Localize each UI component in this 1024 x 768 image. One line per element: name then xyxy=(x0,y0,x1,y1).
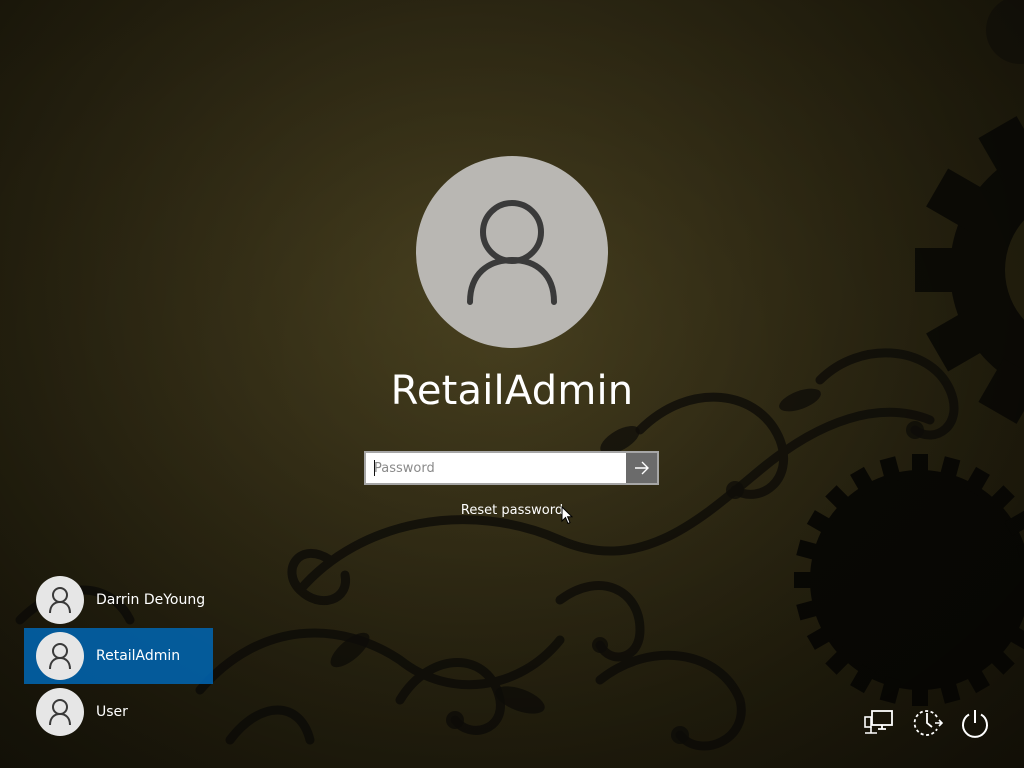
submit-button[interactable] xyxy=(626,453,657,483)
user-item-retailadmin[interactable]: RetailAdmin xyxy=(24,628,213,684)
user-name: Darrin DeYoung xyxy=(96,592,206,608)
power-icon xyxy=(962,710,988,738)
user-name: User xyxy=(96,704,128,720)
reset-password-link[interactable]: Reset password xyxy=(412,503,612,518)
person-icon xyxy=(467,200,557,305)
user-avatar xyxy=(36,632,84,680)
person-icon xyxy=(49,587,71,614)
mouse-pointer-icon xyxy=(561,506,573,525)
lock-screen: RetailAdmin Reset password Darrin DeYoun… xyxy=(0,0,1024,768)
person-icon xyxy=(49,643,71,670)
user-avatar xyxy=(36,576,84,624)
password-input[interactable] xyxy=(366,453,626,483)
arrow-right-icon xyxy=(634,461,649,475)
password-box xyxy=(364,451,659,485)
ease-of-access-button[interactable] xyxy=(910,706,944,740)
user-avatar xyxy=(36,688,84,736)
user-item-darrin-deyoung[interactable]: Darrin DeYoung xyxy=(24,572,213,628)
network-button[interactable] xyxy=(862,706,896,740)
ease-of-access-icon xyxy=(913,710,943,736)
text-caret xyxy=(374,460,375,476)
selected-user-name: RetailAdmin xyxy=(390,368,634,414)
user-name: RetailAdmin xyxy=(96,648,181,664)
selected-user-avatar xyxy=(416,156,608,348)
power-button[interactable] xyxy=(958,706,992,740)
user-item-user[interactable]: User xyxy=(24,684,213,740)
network-icon xyxy=(864,710,893,734)
person-icon xyxy=(49,699,71,726)
